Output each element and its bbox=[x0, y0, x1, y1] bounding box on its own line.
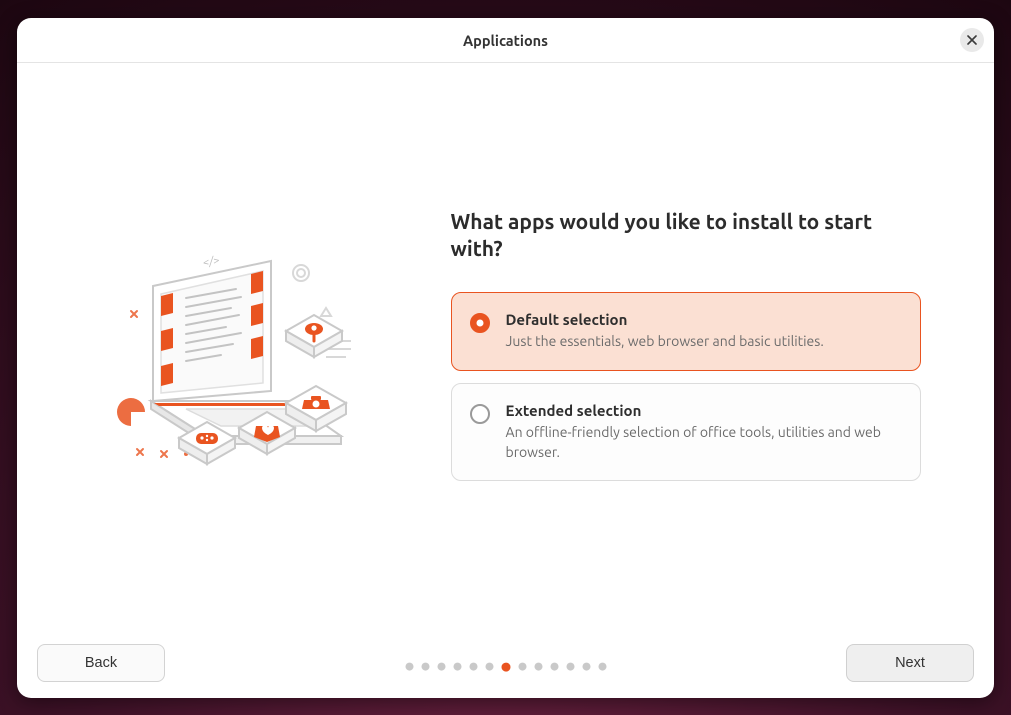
titlebar: Applications bbox=[17, 18, 994, 63]
pager-dot bbox=[566, 663, 574, 671]
pager-dot bbox=[550, 663, 558, 671]
installer-window: Applications bbox=[17, 18, 994, 698]
option-extended-selection[interactable]: Extended selection An offline-friendly s… bbox=[451, 383, 921, 481]
pager-dot bbox=[501, 663, 510, 672]
pager-dot bbox=[453, 663, 461, 671]
pager-dot bbox=[469, 663, 477, 671]
back-button[interactable]: Back bbox=[37, 644, 165, 682]
option-description: Just the essentials, web browser and bas… bbox=[506, 332, 900, 352]
radio-icon bbox=[470, 313, 490, 333]
radio-icon bbox=[470, 404, 490, 424]
close-icon bbox=[967, 35, 977, 45]
footer: Back Next bbox=[17, 638, 994, 698]
pager-dot bbox=[582, 663, 590, 671]
next-button[interactable]: Next bbox=[846, 644, 974, 682]
pager-dot bbox=[485, 663, 493, 671]
option-description: An offline-friendly selection of office … bbox=[506, 423, 900, 462]
option-title: Extended selection bbox=[506, 402, 900, 419]
step-pager bbox=[405, 663, 606, 672]
close-button[interactable] bbox=[960, 28, 984, 52]
pager-dot bbox=[437, 663, 445, 671]
options-pane: What apps would you like to install to s… bbox=[451, 208, 921, 493]
content-area: </> bbox=[17, 63, 994, 638]
option-title: Default selection bbox=[506, 311, 900, 328]
pager-dot bbox=[598, 663, 606, 671]
laptop-apps-illustration: </> bbox=[91, 201, 391, 501]
pager-dot bbox=[518, 663, 526, 671]
svg-text:</>: </> bbox=[203, 254, 219, 269]
page-title: Applications bbox=[463, 32, 548, 49]
pager-dot bbox=[405, 663, 413, 671]
pager-dot bbox=[421, 663, 429, 671]
pager-dot bbox=[534, 663, 542, 671]
heading: What apps would you like to install to s… bbox=[451, 208, 921, 263]
option-default-selection[interactable]: Default selection Just the essentials, w… bbox=[451, 292, 921, 371]
